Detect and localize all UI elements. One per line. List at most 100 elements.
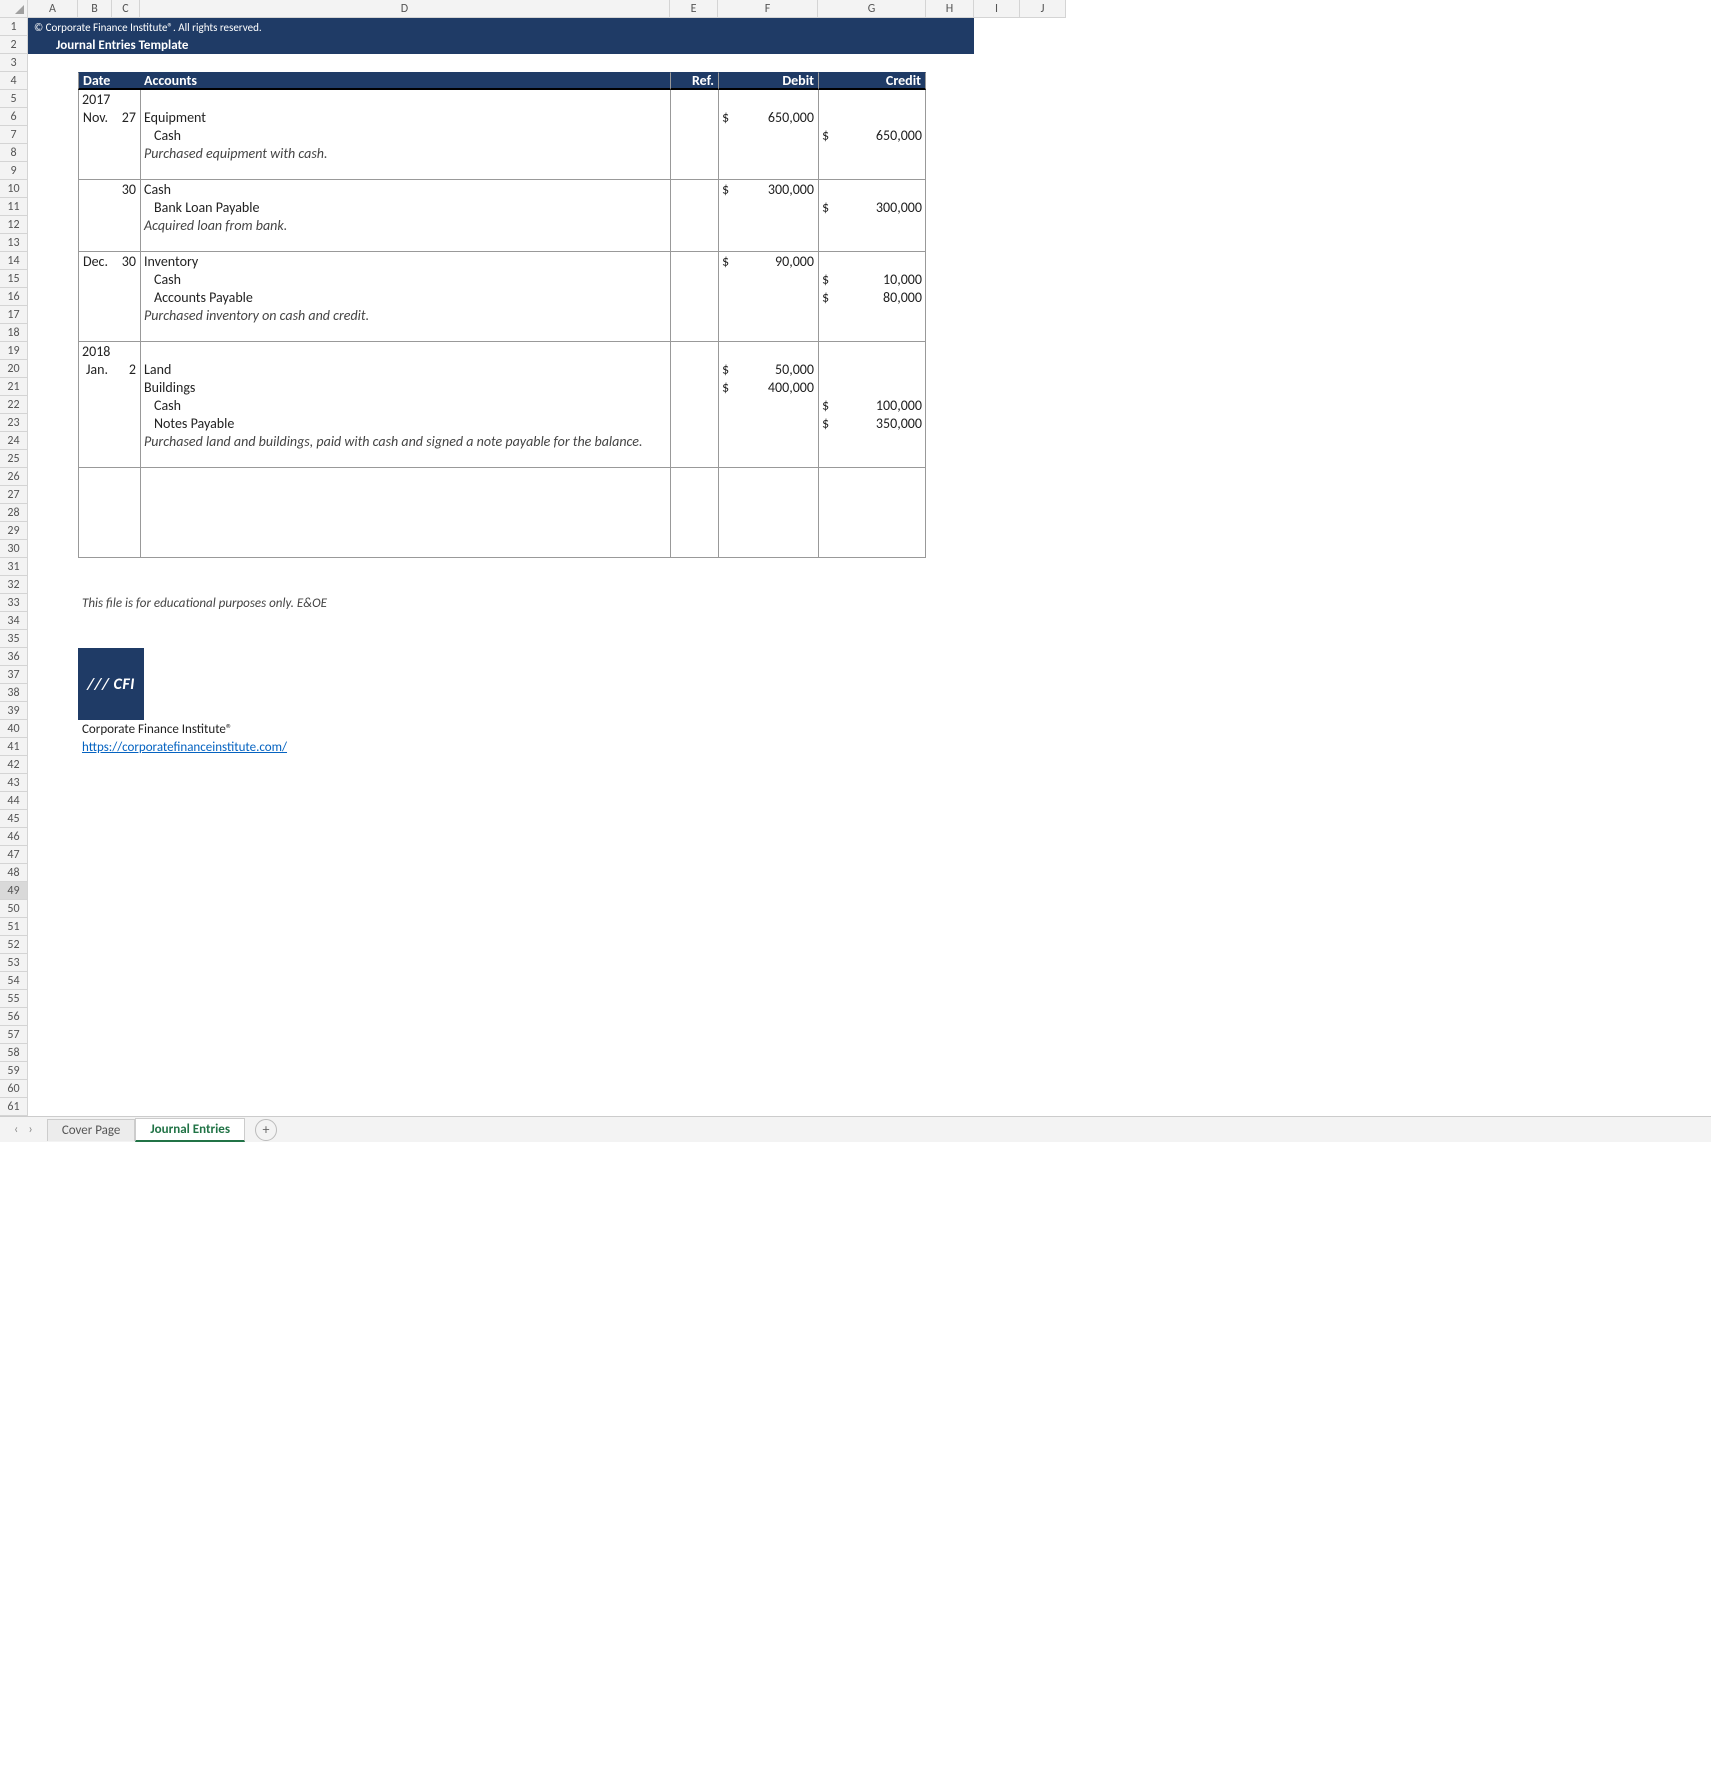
row-header-4[interactable]: 4: [0, 72, 28, 90]
row-header-35[interactable]: 35: [0, 630, 28, 648]
e1-debit: 650,000: [718, 108, 818, 126]
row-header-43[interactable]: 43: [0, 774, 28, 792]
row-header-3[interactable]: 3: [0, 54, 28, 72]
row-header-17[interactable]: 17: [0, 306, 28, 324]
e4-date-day: 2: [112, 360, 140, 378]
row-header-33[interactable]: 33: [0, 594, 28, 612]
e4-d2: 400,000: [718, 378, 818, 396]
row-header-57[interactable]: 57: [0, 1026, 28, 1044]
row-header-15[interactable]: 15: [0, 270, 28, 288]
row-header-32[interactable]: 32: [0, 576, 28, 594]
col-header-D[interactable]: D: [140, 0, 670, 18]
col-header-H[interactable]: H: [926, 0, 974, 18]
tab-cover-page[interactable]: Cover Page: [47, 1119, 136, 1141]
row-header-18[interactable]: 18: [0, 324, 28, 342]
col-header-A[interactable]: A: [28, 0, 78, 18]
sep-4: [78, 450, 926, 468]
row-header-16[interactable]: 16: [0, 288, 28, 306]
row-header-49[interactable]: 49: [0, 882, 28, 900]
row-header-47[interactable]: 47: [0, 846, 28, 864]
row-header-30[interactable]: 30: [0, 540, 28, 558]
row-header-55[interactable]: 55: [0, 990, 28, 1008]
e3-account-credit1: Cash: [140, 270, 670, 288]
company-url: https://corporatefinanceinstitute.com/: [78, 738, 818, 756]
row-header-13[interactable]: 13: [0, 234, 28, 252]
col-header-G[interactable]: G: [818, 0, 926, 18]
col-header-C[interactable]: C: [112, 0, 140, 18]
e2-account-debit: Cash: [140, 180, 670, 198]
row-header-24[interactable]: 24: [0, 432, 28, 450]
row-header-31[interactable]: 31: [0, 558, 28, 576]
row-header-8[interactable]: 8: [0, 144, 28, 162]
row-header-27[interactable]: 27: [0, 486, 28, 504]
add-sheet-button[interactable]: +: [255, 1119, 277, 1141]
row-header-23[interactable]: 23: [0, 414, 28, 432]
row-header-58[interactable]: 58: [0, 1044, 28, 1062]
row-header-2[interactable]: 2: [0, 36, 28, 54]
row-header-45[interactable]: 45: [0, 810, 28, 828]
col-header-E[interactable]: E: [670, 0, 718, 18]
e2-date-day: 30: [112, 180, 140, 198]
row-header-20[interactable]: 20: [0, 360, 28, 378]
company-url-link[interactable]: https://corporatefinanceinstitute.com/: [82, 740, 287, 755]
row-header-46[interactable]: 46: [0, 828, 28, 846]
cfi-logo: /// CFI: [78, 648, 144, 720]
row-header-36[interactable]: 36: [0, 648, 28, 666]
row-header-19[interactable]: 19: [0, 342, 28, 360]
row-header-1[interactable]: 1: [0, 18, 28, 36]
company-name: Corporate Finance Institute®: [78, 720, 818, 738]
spreadsheet-grid[interactable]: ABCDEFGHIJ123456789101112131415161718192…: [0, 0, 1711, 1116]
row-header-26[interactable]: 26: [0, 468, 28, 486]
row-header-10[interactable]: 10: [0, 180, 28, 198]
tab-next-icon[interactable]: ›: [28, 1122, 32, 1137]
row-header-53[interactable]: 53: [0, 954, 28, 972]
e2-account-credit: Bank Loan Payable: [140, 198, 670, 216]
row-header-7[interactable]: 7: [0, 126, 28, 144]
th-accounts: Accounts: [140, 72, 670, 90]
col-header-F[interactable]: F: [718, 0, 818, 18]
row-header-50[interactable]: 50: [0, 900, 28, 918]
e3-account-credit2: Accounts Payable: [140, 288, 670, 306]
row-header-40[interactable]: 40: [0, 720, 28, 738]
e3-debit: 90,000: [718, 252, 818, 270]
row-header-61[interactable]: 61: [0, 1098, 28, 1116]
row-header-6[interactable]: 6: [0, 108, 28, 126]
tab-prev-icon[interactable]: ‹: [14, 1122, 18, 1137]
sep-1: [78, 162, 926, 180]
row-header-60[interactable]: 60: [0, 1080, 28, 1098]
row-header-48[interactable]: 48: [0, 864, 28, 882]
row-header-44[interactable]: 44: [0, 792, 28, 810]
row-header-51[interactable]: 51: [0, 918, 28, 936]
e4-l3: Cash: [140, 396, 670, 414]
row-header-21[interactable]: 21: [0, 378, 28, 396]
row-header-42[interactable]: 42: [0, 756, 28, 774]
row-header-38[interactable]: 38: [0, 684, 28, 702]
col-header-B[interactable]: B: [78, 0, 112, 18]
e2-desc: Acquired loan from bank.: [140, 216, 670, 234]
row-header-52[interactable]: 52: [0, 936, 28, 954]
row-header-11[interactable]: 11: [0, 198, 28, 216]
row-header-34[interactable]: 34: [0, 612, 28, 630]
row-header-54[interactable]: 54: [0, 972, 28, 990]
row-header-37[interactable]: 37: [0, 666, 28, 684]
e4-l1: Land: [140, 360, 670, 378]
e3-credit1: 10,000: [818, 270, 926, 288]
tab-journal-entries[interactable]: Journal Entries: [135, 1118, 245, 1142]
col-header-I[interactable]: I: [974, 0, 1020, 18]
row-header-12[interactable]: 12: [0, 216, 28, 234]
row-header-25[interactable]: 25: [0, 450, 28, 468]
row-header-5[interactable]: 5: [0, 90, 28, 108]
row-header-59[interactable]: 59: [0, 1062, 28, 1080]
col-header-J[interactable]: J: [1020, 0, 1066, 18]
row-header-56[interactable]: 56: [0, 1008, 28, 1026]
row-header-14[interactable]: 14: [0, 252, 28, 270]
select-all-cell[interactable]: [0, 0, 28, 18]
row-header-41[interactable]: 41: [0, 738, 28, 756]
row-header-29[interactable]: 29: [0, 522, 28, 540]
row-header-9[interactable]: 9: [0, 162, 28, 180]
row-header-39[interactable]: 39: [0, 702, 28, 720]
sep-3: [78, 324, 926, 342]
e3-date-mon: Dec.: [78, 252, 112, 270]
row-header-28[interactable]: 28: [0, 504, 28, 522]
row-header-22[interactable]: 22: [0, 396, 28, 414]
